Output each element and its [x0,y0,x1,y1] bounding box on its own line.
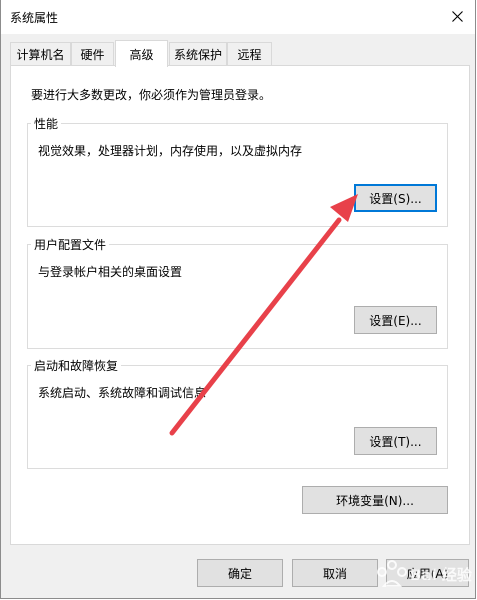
user-profiles-settings-button[interactable]: 设置(E)... [354,306,437,334]
user-profiles-group: 用户配置文件 与登录帐户相关的桌面设置 设置(E)... [27,236,448,349]
tab-remote[interactable]: 远程 [227,42,272,66]
tab-system-protection[interactable]: 系统保护 [169,42,227,66]
window-title: 系统属性 [10,11,59,25]
startup-recovery-settings-button[interactable]: 设置(T)... [354,427,437,455]
tab-advanced[interactable]: 高级 [115,40,168,67]
performance-settings-button[interactable]: 设置(S)... [354,184,437,212]
tab-computer-name[interactable]: 计算机名 [10,42,71,66]
startup-recovery-description: 系统启动、系统故障和调试信息 [38,386,207,400]
tab-hardware[interactable]: 硬件 [71,42,114,66]
admin-notice: 要进行大多数更改，你必须作为管理员登录。 [31,88,272,102]
dialog-button-bar: 确定 取消 应用(A) [1,546,475,599]
user-profiles-group-title: 用户配置文件 [31,236,110,253]
startup-recovery-group: 启动和故障恢复 系统启动、系统故障和调试信息 设置(T)... [27,357,448,469]
tab-strip: 计算机名 硬件 高级 系统保护 远程 [10,40,470,67]
title-bar: 系统属性 [1,0,475,34]
close-icon [451,10,463,22]
user-profiles-description: 与登录帐户相关的桌面设置 [38,265,183,279]
system-properties-window: 系统属性 计算机名 硬件 高级 系统保护 远程 要进行大多数更改，你必须作为管理… [0,0,476,599]
apply-button[interactable]: 应用(A) [386,559,469,587]
performance-group-title: 性能 [31,115,62,132]
performance-group: 性能 视觉效果，处理器计划，内存使用，以及虚拟内存 设置(S)... [27,115,448,227]
environment-variables-button[interactable]: 环境变量(N)... [302,486,448,514]
startup-recovery-group-title: 启动和故障恢复 [31,357,122,374]
advanced-tab-panel: 要进行大多数更改，你必须作为管理员登录。 性能 视觉效果，处理器计划，内存使用，… [10,65,470,545]
ok-button[interactable]: 确定 [197,559,283,587]
close-button[interactable] [439,0,475,32]
cancel-button[interactable]: 取消 [292,559,378,587]
performance-description: 视觉效果，处理器计划，内存使用，以及虚拟内存 [38,144,303,158]
